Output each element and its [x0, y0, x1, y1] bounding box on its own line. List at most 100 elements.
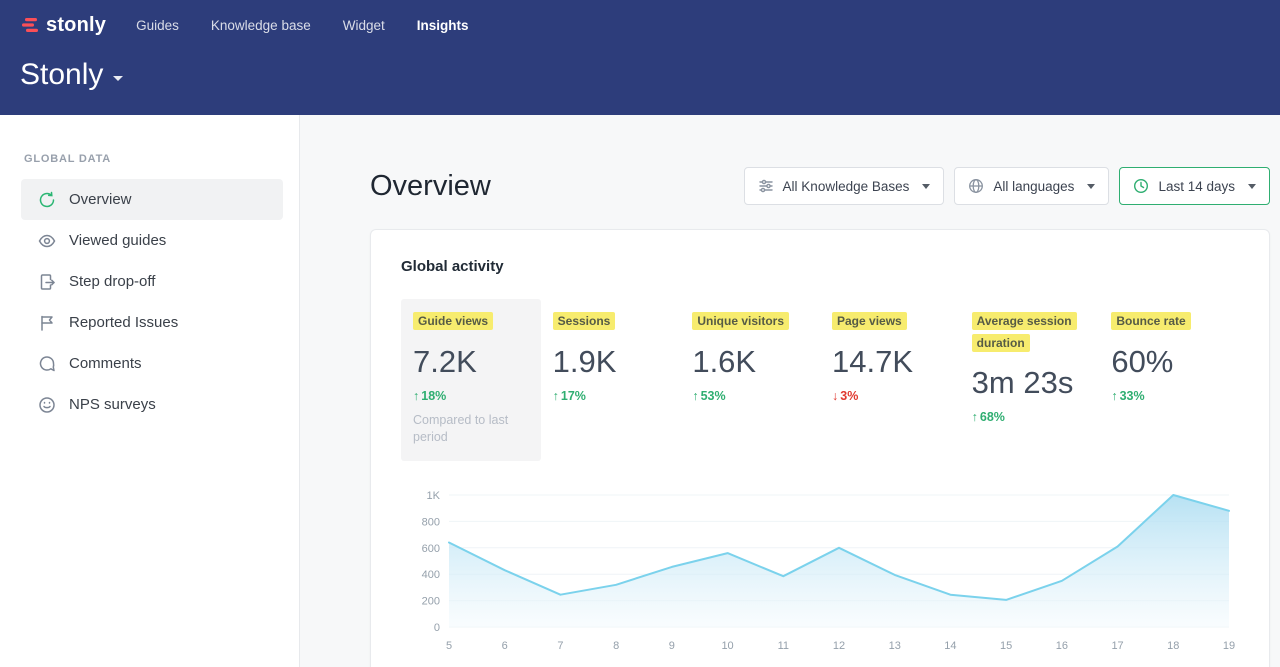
trend-arrow-icon: ↑: [972, 410, 978, 424]
sidebar-item-overview[interactable]: Overview: [21, 179, 283, 220]
svg-text:5: 5: [446, 640, 452, 652]
metric-value: 1.6K: [692, 344, 808, 380]
svg-text:200: 200: [422, 595, 440, 607]
sidebar-section-label: GLOBAL DATA: [24, 153, 299, 165]
sidebar-item-reported-issues[interactable]: Reported Issues: [21, 302, 283, 343]
metric-bounce-rate[interactable]: Bounce rate 60% ↑33%: [1099, 299, 1239, 461]
svg-text:400: 400: [422, 569, 440, 581]
filter-label: All Knowledge Bases: [783, 179, 910, 194]
logo-text: stonly: [46, 14, 106, 37]
svg-text:16: 16: [1056, 640, 1068, 652]
metric-delta: ↑68%: [972, 410, 1088, 424]
sidebar-item-label: Overview: [69, 191, 132, 208]
top-nav-bar: stonly Guides Knowledge base Widget Insi…: [20, 9, 1260, 41]
flag-icon: [38, 314, 56, 332]
metric-label: Average session duration: [972, 311, 1084, 354]
metric-guide-views[interactable]: Guide views 7.2K ↑18% Compared to last p…: [401, 299, 541, 461]
metric-delta: ↑18%: [413, 389, 529, 403]
filters-bar: All Knowledge Bases All languages: [744, 167, 1270, 205]
metric-label: Sessions: [553, 311, 665, 333]
sidebar-item-step-drop-off[interactable]: Step drop-off: [21, 261, 283, 302]
metrics-row: Guide views 7.2K ↑18% Compared to last p…: [401, 299, 1239, 461]
filter-label: Last 14 days: [1158, 179, 1235, 194]
chart-area: 02004006008001K5678910111213141516171819: [401, 487, 1239, 655]
svg-text:7: 7: [557, 640, 563, 652]
trend-arrow-icon: ↑: [692, 389, 698, 403]
metric-unique-visitors[interactable]: Unique visitors 1.6K ↑53%: [680, 299, 820, 461]
metric-value: 14.7K: [832, 344, 948, 380]
comment-icon: [38, 355, 56, 373]
top-nav: Guides Knowledge base Widget Insights: [136, 18, 468, 33]
metric-value: 7.2K: [413, 344, 529, 380]
workspace-selector[interactable]: Stonly: [20, 58, 1260, 92]
svg-text:14: 14: [944, 640, 956, 652]
filter-label: All languages: [993, 179, 1074, 194]
app-header: stonly Guides Knowledge base Widget Insi…: [0, 0, 1280, 115]
metric-note: Compared to last period: [413, 412, 521, 447]
svg-text:1K: 1K: [427, 490, 441, 502]
overview-icon: [38, 191, 56, 209]
metric-delta: ↑53%: [692, 389, 808, 403]
svg-text:6: 6: [502, 640, 508, 652]
date-range-filter[interactable]: Last 14 days: [1119, 167, 1270, 205]
eye-icon: [38, 232, 56, 250]
nav-item-guides[interactable]: Guides: [136, 18, 179, 33]
card-title: Global activity: [401, 258, 1239, 275]
svg-text:15: 15: [1000, 640, 1012, 652]
step-dropoff-icon: [38, 273, 56, 291]
workspace-title: Stonly: [20, 58, 103, 92]
chevron-down-icon: [922, 184, 930, 189]
svg-text:13: 13: [889, 640, 901, 652]
chevron-down-icon: [1087, 184, 1095, 189]
metric-value: 60%: [1111, 344, 1227, 380]
sidebar-item-label: Reported Issues: [69, 314, 178, 331]
svg-text:18: 18: [1167, 640, 1179, 652]
stonly-logo-icon: [20, 15, 40, 35]
smiley-icon: [38, 396, 56, 414]
svg-text:9: 9: [669, 640, 675, 652]
metric-sessions[interactable]: Sessions 1.9K ↑17%: [541, 299, 681, 461]
svg-text:800: 800: [422, 516, 440, 528]
metric-label: Bounce rate: [1111, 311, 1223, 333]
metric-value: 1.9K: [553, 344, 669, 380]
languages-filter[interactable]: All languages: [954, 167, 1109, 205]
trend-arrow-icon: ↑: [1111, 389, 1117, 403]
chevron-down-icon: [1248, 184, 1256, 189]
metric-label: Page views: [832, 311, 944, 333]
metric-value: 3m 23s: [972, 365, 1088, 401]
sidebar-item-label: NPS surveys: [69, 396, 156, 413]
metric-avg-session-duration[interactable]: Average session duration 3m 23s ↑68%: [960, 299, 1100, 461]
page-title: Overview: [370, 170, 491, 203]
svg-text:0: 0: [434, 622, 440, 634]
sidebar-item-label: Viewed guides: [69, 232, 166, 249]
svg-text:17: 17: [1111, 640, 1123, 652]
svg-text:11: 11: [778, 640, 789, 652]
trend-arrow-icon: ↑: [553, 389, 559, 403]
nav-item-widget[interactable]: Widget: [343, 18, 385, 33]
svg-text:12: 12: [833, 640, 845, 652]
sidebar-item-viewed-guides[interactable]: Viewed guides: [21, 220, 283, 261]
stonly-logo[interactable]: stonly: [20, 14, 106, 37]
nav-item-knowledge-base[interactable]: Knowledge base: [211, 18, 311, 33]
workspace-caret-icon: [113, 76, 123, 81]
sidebar-item-label: Step drop-off: [69, 273, 155, 290]
global-activity-card: Global activity Guide views 7.2K ↑18% Co…: [370, 229, 1270, 667]
sliders-icon: [758, 178, 774, 194]
metric-delta: ↑17%: [553, 389, 669, 403]
svg-text:8: 8: [613, 640, 619, 652]
knowledge-bases-filter[interactable]: All Knowledge Bases: [744, 167, 945, 205]
clock-icon: [1133, 178, 1149, 194]
globe-icon: [968, 178, 984, 194]
sidebar-item-comments[interactable]: Comments: [21, 343, 283, 384]
svg-text:19: 19: [1223, 640, 1235, 652]
svg-text:600: 600: [422, 542, 440, 554]
trend-arrow-icon: ↓: [832, 389, 838, 403]
nav-item-insights[interactable]: Insights: [417, 18, 469, 33]
activity-area-chart: 02004006008001K5678910111213141516171819: [401, 487, 1239, 655]
metric-delta: ↓3%: [832, 389, 948, 403]
sidebar-item-label: Comments: [69, 355, 142, 372]
metric-label: Guide views: [413, 311, 525, 333]
sidebar-item-nps-surveys[interactable]: NPS surveys: [21, 384, 283, 425]
sidebar: GLOBAL DATA Overview Viewed guides: [0, 115, 300, 667]
metric-page-views[interactable]: Page views 14.7K ↓3%: [820, 299, 960, 461]
